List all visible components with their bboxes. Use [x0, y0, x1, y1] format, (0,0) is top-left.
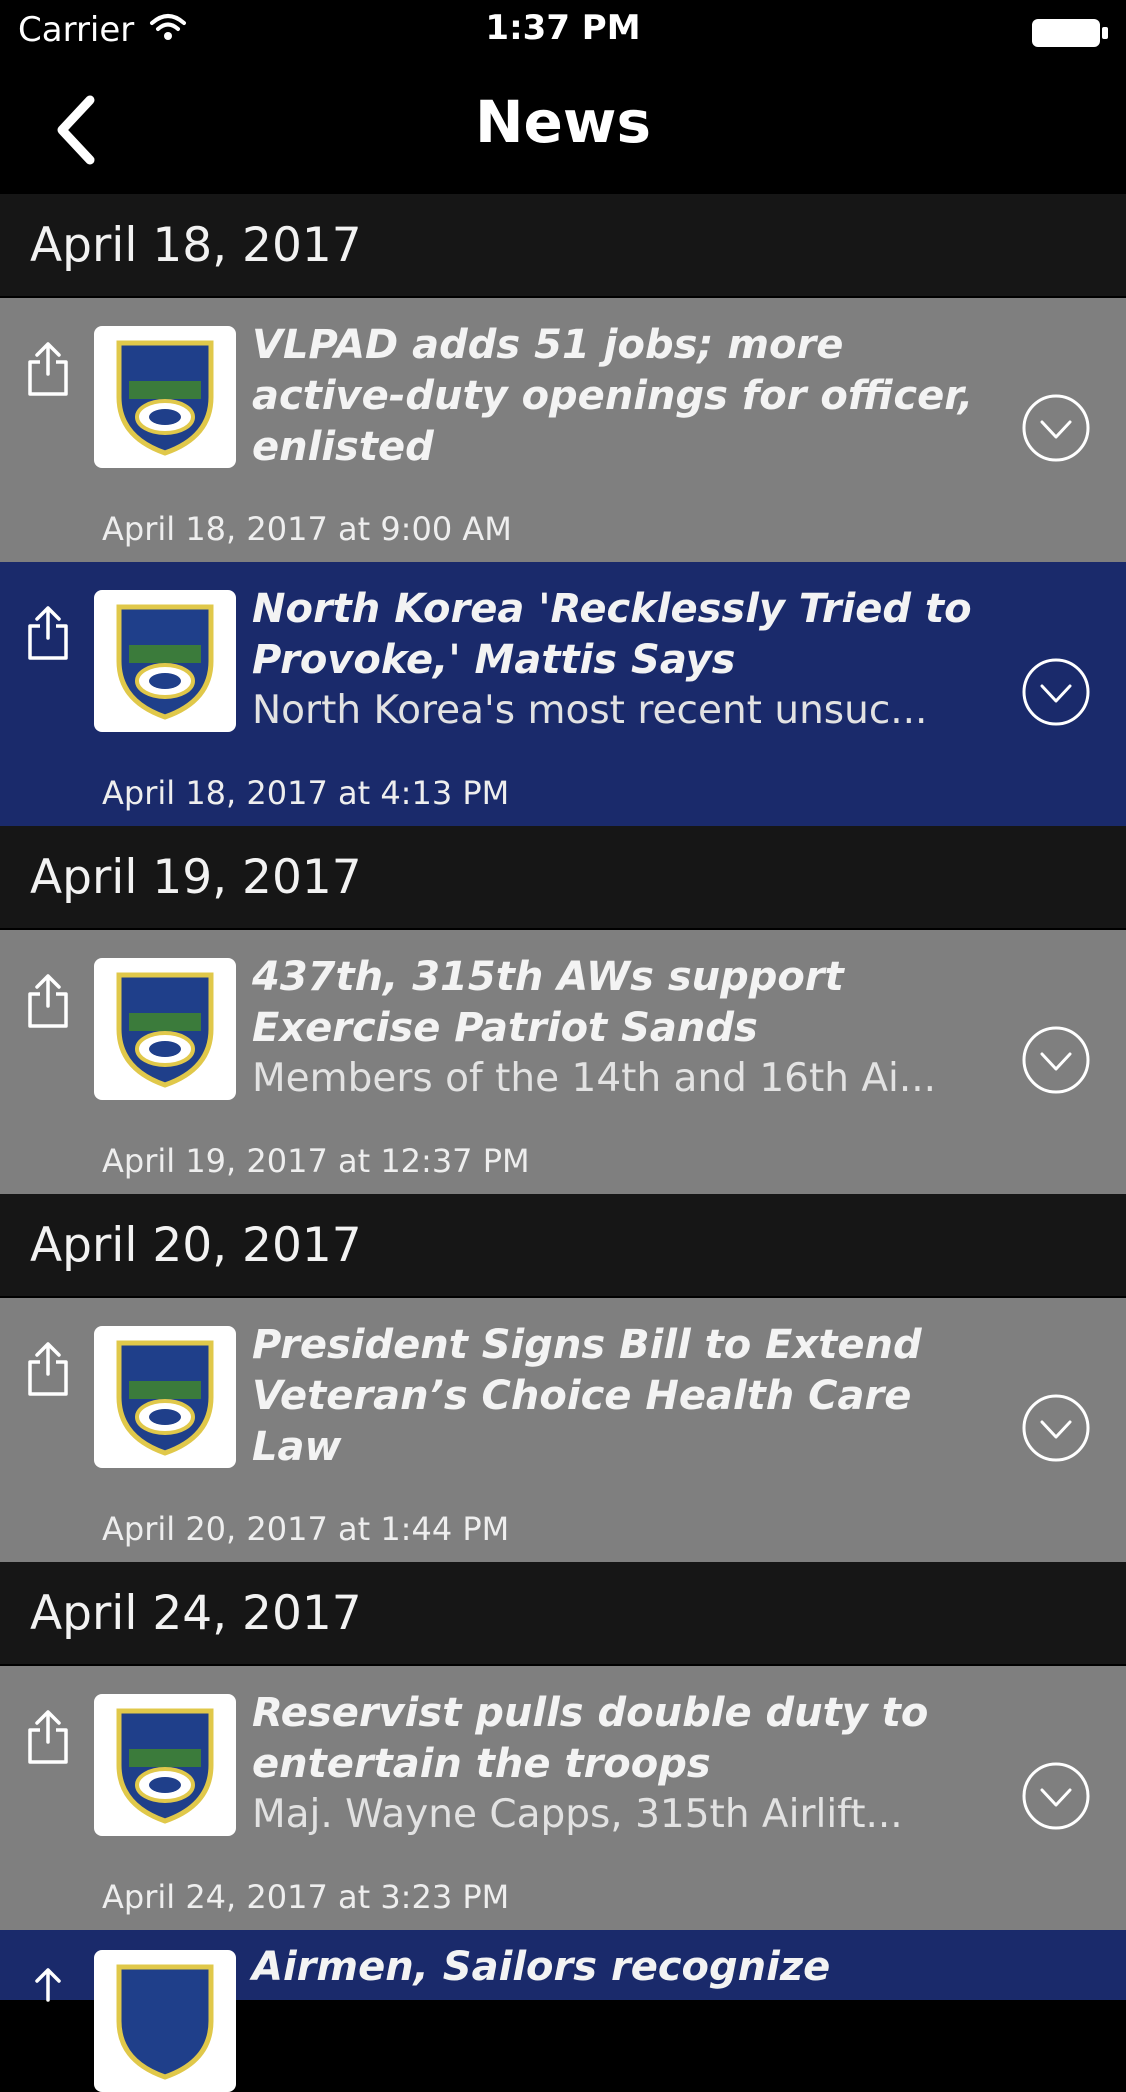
section-date: April 18, 2017: [30, 218, 362, 273]
expand-button[interactable]: [1020, 392, 1092, 464]
news-title: 437th, 315th AWs support Exercise Patrio…: [252, 954, 844, 1051]
news-timestamp: April 18, 2017 at 4:13 PM: [102, 774, 510, 812]
unit-emblem-logo: [94, 1950, 236, 2092]
news-timestamp: April 18, 2017 at 9:00 AM: [102, 510, 512, 548]
chevron-down-circle-icon: [1022, 394, 1090, 462]
expand-button[interactable]: [1020, 1024, 1092, 1096]
unit-emblem-logo: [94, 1694, 236, 1836]
page-title: News: [475, 88, 651, 156]
news-summary: Maj. Wayne Capps, 315th Airlift...: [252, 1792, 903, 1837]
news-summary: Members of the 14th and 16th Ai...: [252, 1056, 937, 1101]
navigation-bar: News: [0, 64, 1126, 194]
news-timestamp: April 24, 2017 at 3:23 PM: [102, 1878, 510, 1916]
news-title: North Korea 'Recklessly Tried to Provoke…: [252, 586, 972, 683]
chevron-down-circle-icon: [1022, 1026, 1090, 1094]
share-icon[interactable]: [24, 1708, 72, 1772]
expand-button[interactable]: [1020, 1392, 1092, 1464]
expand-button[interactable]: [1020, 656, 1092, 728]
share-icon[interactable]: [24, 340, 72, 404]
status-bar: Carrier 1:37 PM: [0, 0, 1126, 64]
chevron-down-circle-icon: [1022, 1762, 1090, 1830]
share-icon[interactable]: [24, 604, 72, 668]
news-title: VLPAD adds 51 jobs; more active-duty ope…: [252, 322, 974, 470]
share-icon[interactable]: [24, 1966, 72, 2030]
section-header: April 19, 2017: [0, 826, 1126, 928]
news-summary: North Korea's most recent unsuc...: [252, 688, 928, 733]
expand-button[interactable]: [1020, 1760, 1092, 1832]
news-title: Airmen, Sailors recognize: [252, 1944, 831, 1990]
share-icon[interactable]: [24, 972, 72, 1036]
news-item[interactable]: 437th, 315th AWs support Exercise Patrio…: [0, 930, 1126, 1194]
unit-emblem-logo: [94, 1326, 236, 1468]
share-icon[interactable]: [24, 1340, 72, 1404]
unit-emblem-logo: [94, 590, 236, 732]
section-date: April 20, 2017: [30, 1218, 362, 1273]
section-header: April 20, 2017: [0, 1194, 1126, 1296]
chevron-down-circle-icon: [1022, 1394, 1090, 1462]
section-header: April 24, 2017: [0, 1562, 1126, 1664]
section-header: April 18, 2017: [0, 194, 1126, 296]
news-timestamp: April 19, 2017 at 12:37 PM: [102, 1142, 530, 1180]
news-title: Reservist pulls double duty to entertain…: [252, 1690, 929, 1787]
section-date: April 24, 2017: [30, 1586, 362, 1641]
unit-emblem-logo: [94, 326, 236, 468]
news-item[interactable]: North Korea 'Recklessly Tried to Provoke…: [0, 562, 1126, 826]
news-item[interactable]: President Signs Bill to Extend Veteran’s…: [0, 1298, 1126, 1562]
news-timestamp: April 20, 2017 at 1:44 PM: [102, 1510, 510, 1548]
status-time: 1:37 PM: [485, 8, 641, 48]
chevron-down-circle-icon: [1022, 658, 1090, 726]
news-title: President Signs Bill to Extend Veteran’s…: [252, 1322, 922, 1470]
unit-emblem-logo: [94, 958, 236, 1100]
news-item[interactable]: Reservist pulls double duty to entertain…: [0, 1666, 1126, 1930]
news-item[interactable]: Airmen, Sailors recognize: [0, 1930, 1126, 2092]
battery-icon: [1030, 16, 1110, 54]
news-item[interactable]: VLPAD adds 51 jobs; more active-duty ope…: [0, 298, 1126, 562]
section-date: April 19, 2017: [30, 850, 362, 905]
